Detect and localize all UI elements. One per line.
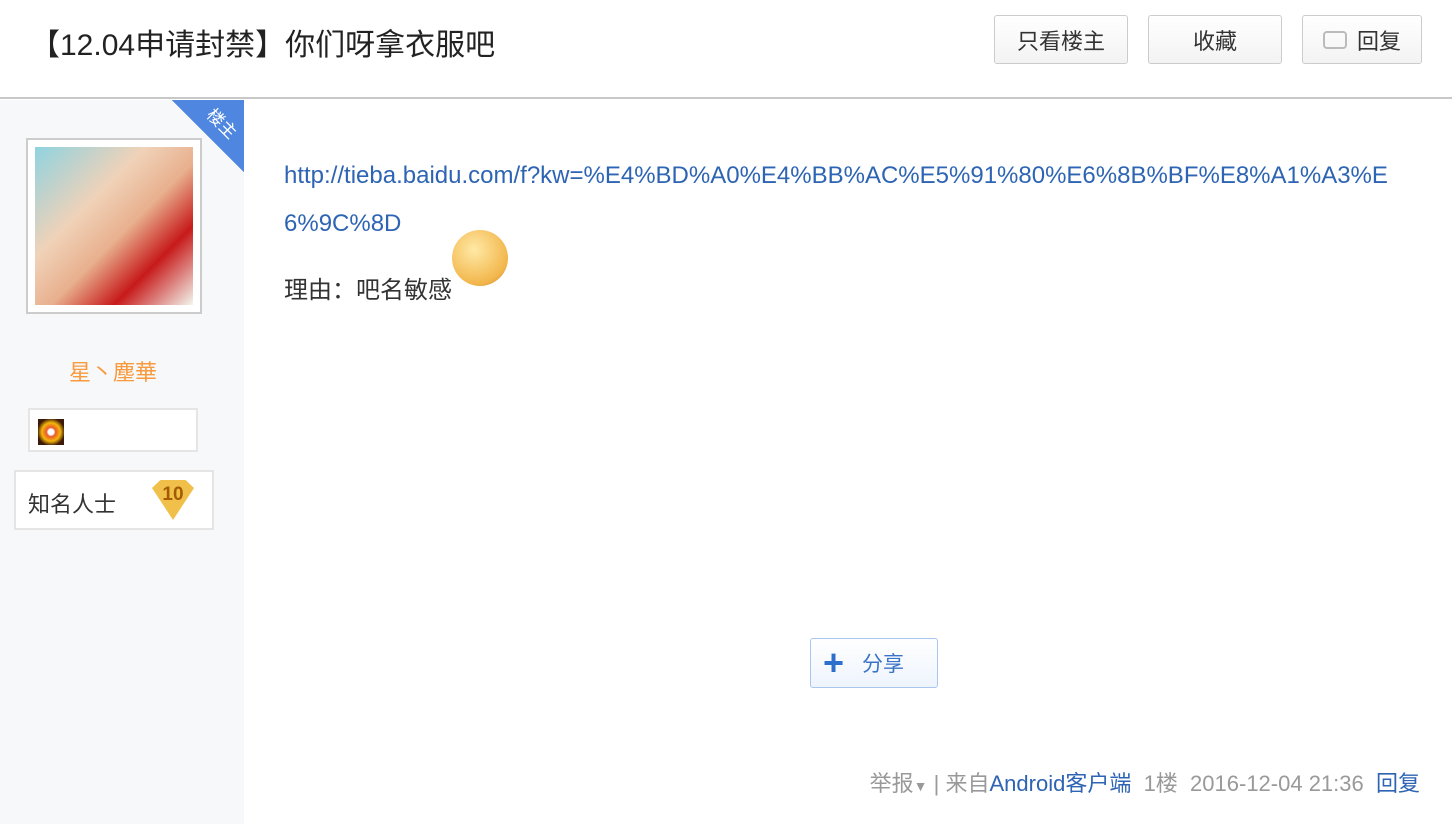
thread-title: 【12.04申请封禁】你们呀拿衣服吧 [30, 29, 496, 62]
level-box[interactable]: 知名人士 10 [14, 470, 214, 530]
level-badge: 10 [152, 480, 194, 520]
only-op-button[interactable]: 只看楼主 [994, 15, 1128, 64]
medal-icon[interactable] [38, 419, 64, 445]
share-button[interactable]: + 分享 [810, 638, 938, 688]
plus-icon: + [823, 642, 845, 683]
op-label: 楼主 [202, 105, 241, 143]
avatar[interactable] [26, 138, 202, 314]
level-title: 知名人士 [28, 492, 117, 517]
smile-emoji-icon [452, 230, 508, 286]
reply-button[interactable]: 回复 [1302, 15, 1422, 64]
badge-box [28, 408, 198, 452]
comment-icon [1322, 30, 1347, 49]
floor-reply-link[interactable]: 回复 [1376, 771, 1420, 796]
caret-down-icon[interactable]: ▼ [914, 778, 928, 794]
report-link[interactable]: 举报 [870, 771, 914, 796]
share-label: 分享 [862, 653, 905, 676]
from-label: 来自 [945, 771, 990, 796]
post-reason: 理由：吧名敏感 [284, 277, 452, 304]
author-name[interactable]: 星丶塵華 [0, 355, 226, 387]
post-time: 2016-12-04 21:36 [1190, 771, 1364, 796]
post-footer: 举报▼ | 来自Android客户端 1楼 2016-12-04 21:36 回… [870, 766, 1420, 798]
favorite-button[interactable]: 收藏 [1148, 15, 1282, 64]
reply-label: 回复 [1356, 28, 1401, 54]
client-link[interactable]: Android客户端 [989, 771, 1131, 796]
post-link[interactable]: http://tieba.baidu.com/f?kw=%E4%BD%A0%E4… [284, 162, 1388, 237]
floor-number: 1楼 [1143, 771, 1178, 796]
post-content: http://tieba.baidu.com/f?kw=%E4%BD%A0%E4… [284, 152, 1404, 315]
divider: | [927, 771, 946, 796]
avatar-image [35, 147, 193, 305]
thread-header: 【12.04申请封禁】你们呀拿衣服吧 只看楼主 收藏 回复 [0, 0, 1452, 99]
